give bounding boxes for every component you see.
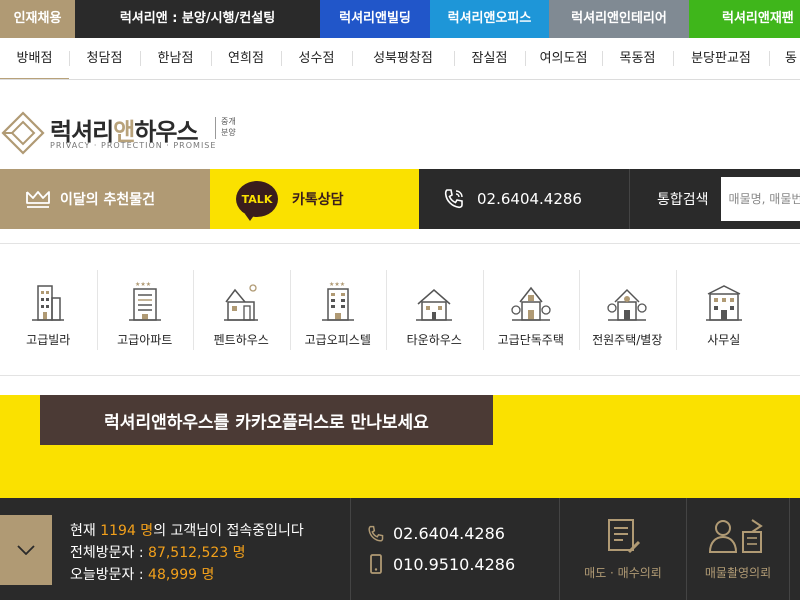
document-request-icon [608, 519, 641, 554]
category-menu: 고급빌라 ★★★ 고급아파트 펜트하우스 ★★★ 고급오피스텔 타운하우스 고급… [0, 243, 800, 376]
penthouse-icon [224, 284, 259, 321]
visitor-stats: 현재 1194 명의 고객님이 접속중입니다 전체방문자 : 87,512,52… [70, 520, 304, 586]
search-input[interactable] [720, 177, 800, 221]
current-visitors: 현재 1194 명의 고객님이 접속중입니다 [70, 523, 304, 539]
kakao-chat-button[interactable]: TALK 카톡상담 [210, 169, 419, 229]
tab-office[interactable]: 럭셔리앤오피스 [430, 0, 549, 38]
category-label: 사무실 [707, 333, 741, 347]
tab-japan[interactable]: 럭셔리앤재팬 [689, 0, 800, 38]
recommend-button[interactable]: 이달의 추천물건 [0, 169, 210, 229]
kakao-label: 카톡상담 [292, 192, 344, 208]
photo-request-button[interactable]: 매물촬영의뢰 [687, 498, 790, 600]
svg-text:★★★: ★★★ [135, 281, 151, 288]
category-label: 고급오피스텔 [304, 333, 371, 347]
townhouse-icon [416, 289, 453, 321]
branch-item[interactable]: 잠실점 [454, 38, 525, 79]
branch-item[interactable]: 성북평창점 [352, 38, 454, 79]
country-house-icon [607, 288, 647, 321]
category-label: 고급단독주택 [497, 333, 564, 347]
kakao-talk-icon: TALK [236, 181, 278, 221]
villa-icon [32, 285, 65, 321]
apartment-icon: ★★★ [128, 281, 161, 321]
footer-bar: 현재 1194 명의 고객님이 접속중입니다 전체방문자 : 87,512,52… [0, 498, 800, 600]
top-tab-bar: 인재채용 럭셔리앤 : 분양/시행/컨설팅 럭셔리앤빌딩 럭셔리앤오피스 럭셔리… [0, 0, 800, 38]
footer-contact: 02.6404.4286 010.9510.4286 [350, 498, 560, 600]
svg-text:★★★: ★★★ [329, 281, 345, 288]
integrated-search: 통합검색 [629, 169, 800, 229]
mobile-phone-icon [370, 554, 382, 574]
branch-item[interactable]: 방배점 [0, 38, 69, 79]
search-label: 통합검색 [657, 192, 709, 208]
tab-consulting[interactable]: 럭셔리앤 : 분양/시행/컨설팅 [75, 0, 320, 38]
kakao-plus-banner[interactable]: 럭셔리앤하우스를 카카오플러스로 만나보세요 [0, 395, 800, 498]
site-logo[interactable]: 럭셔리앤하우스 PRIVACY · PROTECTION · PROMISE 중… [0, 100, 300, 160]
category-detached-house[interactable]: 고급단독주택 [482, 244, 580, 376]
phone-button[interactable]: 02.6404.4286 [419, 169, 629, 229]
phone-icon [368, 525, 384, 542]
logo-diamond-icon [1, 111, 45, 155]
category-villa[interactable]: 고급빌라 [0, 244, 97, 376]
tab-interior[interactable]: 럭셔리앤인테리어 [549, 0, 689, 38]
phone-number: 02.6404.4286 [477, 190, 582, 208]
logo-tagline: PRIVACY · PROTECTION · PROMISE [50, 141, 217, 150]
branch-item[interactable]: 분당판교점 [673, 38, 769, 79]
photo-request-label: 매물촬영의뢰 [704, 566, 772, 580]
category-label: 전원주택/별장 [592, 333, 663, 347]
category-penthouse[interactable]: 펜트하우스 [193, 244, 290, 376]
chevron-down-icon [17, 545, 35, 555]
branch-item[interactable]: 동 [769, 38, 800, 79]
branch-item[interactable]: 목동점 [602, 38, 673, 79]
branch-item[interactable]: 한남점 [140, 38, 211, 79]
branch-item[interactable]: 연희점 [211, 38, 281, 79]
branch-item[interactable]: 여의도점 [525, 38, 602, 79]
sell-buy-request-label: 매도 · 매수의뢰 [584, 566, 662, 580]
footer-toggle-button[interactable] [0, 515, 52, 585]
branch-item[interactable]: 청담점 [69, 38, 140, 79]
logo-subtext: 중개 분양 [221, 117, 236, 137]
sell-buy-request-button[interactable]: 매도 · 매수의뢰 [560, 498, 687, 600]
recommend-label: 이달의 추천물건 [60, 192, 156, 208]
category-officetel[interactable]: ★★★ 고급오피스텔 [289, 244, 387, 376]
category-apartment[interactable]: ★★★ 고급아파트 [96, 244, 194, 376]
category-label: 펜트하우스 [213, 333, 269, 347]
action-bar: 이달의 추천물건 TALK 카톡상담 02.6404.4286 통합검색 [0, 169, 800, 229]
branch-nav: 방배점 청담점 한남점 연희점 성수점 성북평창점 잠실점 여의도점 목동점 분… [0, 38, 800, 80]
banner-text: 럭셔리앤하우스를 카카오플러스로 만나보세요 [40, 395, 493, 445]
category-label: 고급아파트 [117, 333, 173, 347]
tab-recruit[interactable]: 인재채용 [0, 0, 75, 38]
category-label: 타운하우스 [406, 333, 462, 347]
office-icon [705, 285, 742, 321]
category-office[interactable]: 사무실 [675, 244, 773, 376]
branch-item[interactable]: 성수점 [281, 38, 352, 79]
total-visitors: 전체방문자 : 87,512,523 명 [70, 545, 246, 561]
crown-icon [26, 191, 50, 208]
footer-phone[interactable]: 02.6404.4286 [367, 524, 505, 543]
footer-mobile[interactable]: 010.9510.4286 [367, 554, 515, 574]
phone-icon [444, 189, 463, 209]
photographer-icon [708, 519, 763, 553]
category-label: 고급빌라 [26, 333, 71, 347]
officetel-icon: ★★★ [321, 281, 354, 321]
detached-house-icon [511, 286, 551, 321]
logo-divider [215, 117, 216, 139]
category-townhouse[interactable]: 타운하우스 [386, 244, 483, 376]
tab-building[interactable]: 럭셔리앤빌딩 [320, 0, 430, 38]
category-country-house[interactable]: 전원주택/별장 [579, 244, 676, 376]
today-visitors: 오늘방문자 : 48,999 명 [70, 567, 215, 583]
